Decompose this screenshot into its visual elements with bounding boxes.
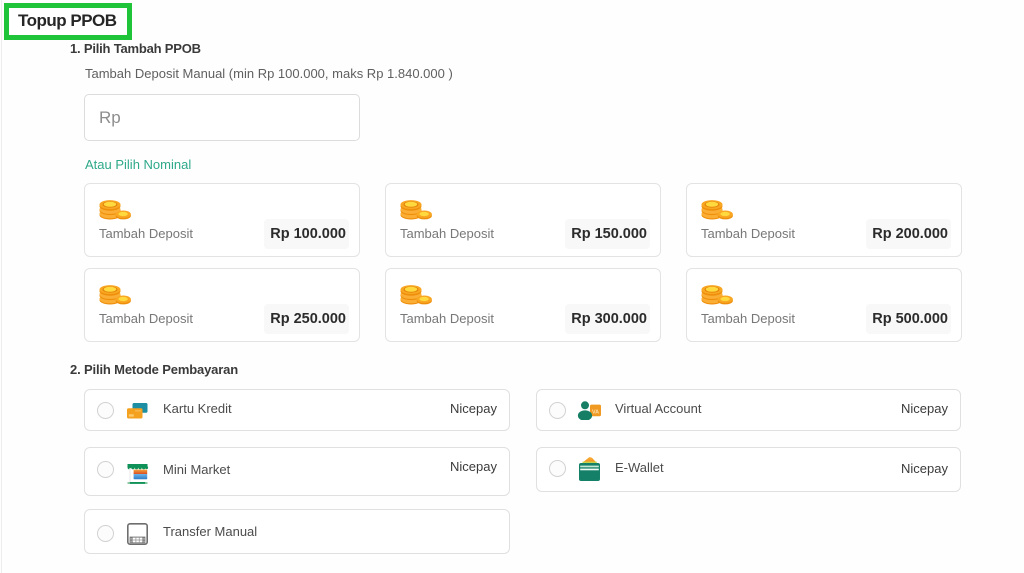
svg-text:VA: VA bbox=[592, 409, 599, 415]
